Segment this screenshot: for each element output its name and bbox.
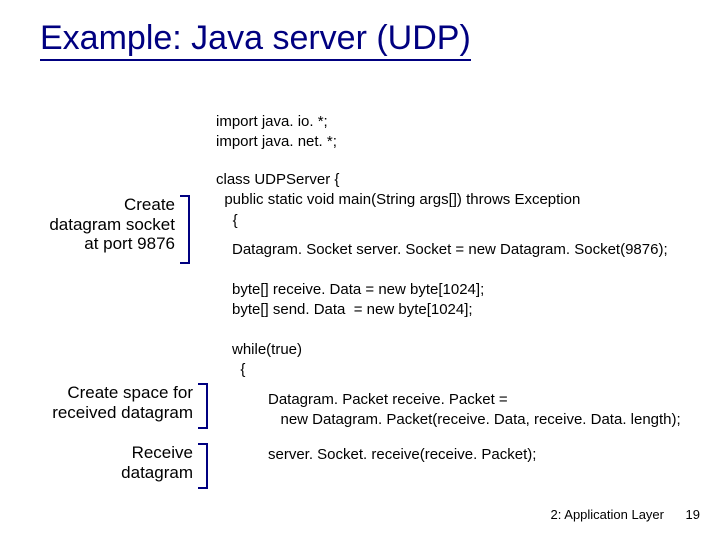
bracket-icon xyxy=(180,195,190,264)
bracket-icon xyxy=(198,383,208,429)
code-packet-decl: Datagram. Packet receive. Packet = new D… xyxy=(268,390,681,431)
code-byte-arrays: byte[] receive. Data = new byte[1024]; b… xyxy=(232,280,484,321)
footer-page-number: 19 xyxy=(686,507,700,522)
annotation-receive: Receive datagram xyxy=(121,443,193,482)
footer-chapter: 2: Application Layer xyxy=(551,507,664,522)
code-receive-call: server. Socket. receive(receive. Packet)… xyxy=(268,445,536,465)
annotation-create-space: Create space for received datagram xyxy=(52,383,193,422)
bracket-icon xyxy=(198,443,208,489)
code-datagram-socket: Datagram. Socket server. Socket = new Da… xyxy=(232,240,668,260)
slide: Example: Java server (UDP) import java. … xyxy=(0,0,720,540)
code-class-head: class UDPServer { public static void mai… xyxy=(216,170,580,231)
code-while-head: while(true) { xyxy=(232,340,302,381)
annotation-create-socket: Create datagram socket at port 9876 xyxy=(49,195,175,254)
code-imports: import java. io. *; import java. net. *; xyxy=(216,112,337,153)
slide-title: Example: Java server (UDP) xyxy=(40,20,471,61)
